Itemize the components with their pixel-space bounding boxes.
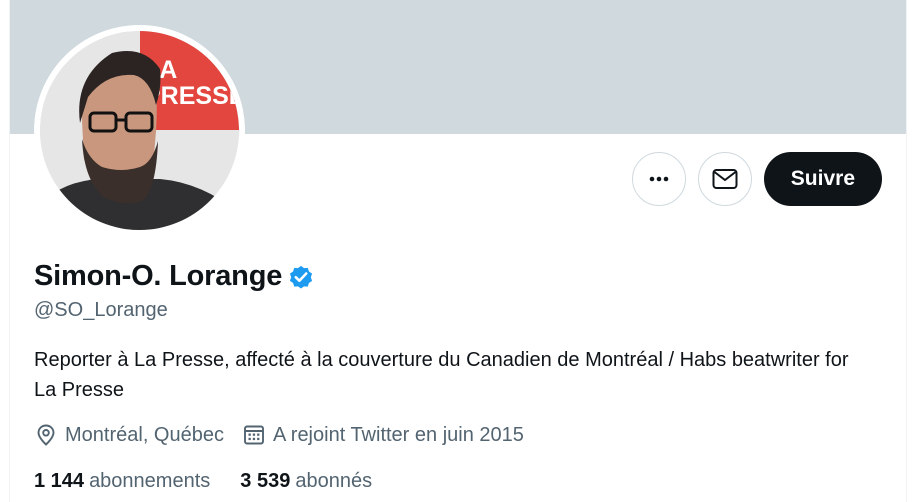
followers-label: abonnés xyxy=(295,470,373,492)
page-edge-right xyxy=(906,0,914,502)
more-dots-icon xyxy=(649,176,669,182)
profile-bio: Reporter à La Presse, affecté à la couve… xyxy=(34,349,849,401)
profile-meta: Montréal, Québec A rejoint Twitter en ju… xyxy=(34,423,542,447)
more-options-button[interactable] xyxy=(631,152,686,206)
envelope-icon xyxy=(712,169,738,189)
avatar-ring: LA PRESSE xyxy=(34,25,245,236)
joined-text: A rejoint Twitter en juin 2015 xyxy=(272,423,524,446)
following-count: 1 144 xyxy=(34,470,85,492)
profile-actions: Suivre xyxy=(631,152,882,206)
name-row: Simon-O. Lorange xyxy=(34,260,315,293)
avatar-photo: LA PRESSE xyxy=(40,31,239,230)
followers-count: 3 539 xyxy=(240,470,291,492)
display-name: Simon-O. Lorange xyxy=(34,260,283,292)
joined-item: A rejoint Twitter en juin 2015 xyxy=(242,423,524,447)
following-label: abonnements xyxy=(89,470,211,492)
avatar[interactable]: LA PRESSE xyxy=(40,31,239,230)
verified-badge-icon[interactable] xyxy=(287,263,315,291)
following-link[interactable]: 1 144 abonnements xyxy=(34,470,210,493)
location-item: Montréal, Québec xyxy=(34,423,224,447)
location-pin-icon xyxy=(37,424,55,446)
user-handle: @SO_Lorange xyxy=(34,299,168,321)
follow-stats: 1 144 abonnements 3 539 abonnés xyxy=(34,470,402,493)
followers-link[interactable]: 3 539 abonnés xyxy=(240,470,372,493)
calendar-icon xyxy=(244,425,264,445)
location-text: Montréal, Québec xyxy=(65,423,224,446)
follow-button[interactable]: Suivre xyxy=(763,152,882,206)
message-button[interactable] xyxy=(697,152,752,206)
profile-frame: LA PRESSE Suivre Simon-O. Lorange @SO_Lo… xyxy=(0,0,914,502)
page-edge-left xyxy=(0,0,10,502)
